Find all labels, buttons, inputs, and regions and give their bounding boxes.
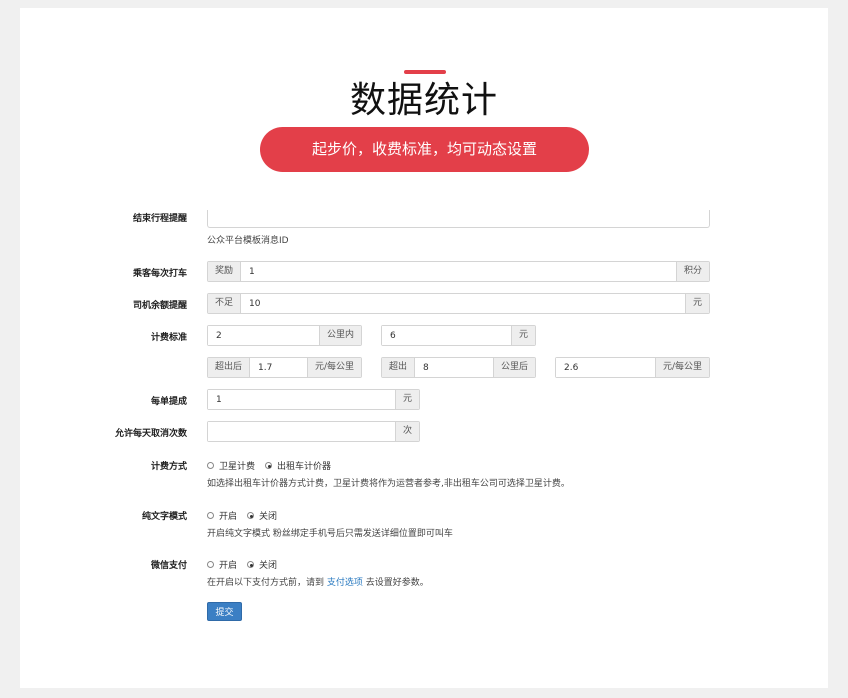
billing-satellite-option[interactable]: 卫星计费 [207,459,255,472]
over1-price-input[interactable] [250,358,307,377]
payment-options-link[interactable]: 支付选项 [327,578,363,588]
over2-km-input[interactable] [415,358,493,377]
per-order-suffix: 元 [394,390,419,409]
over2-price-input[interactable] [556,358,655,377]
per-order-input[interactable] [208,390,395,409]
radio-checked-icon[interactable] [247,561,255,568]
page-title: 数据统计 [349,80,498,121]
wechat-pay-label: 微信支付 [150,561,187,571]
rider-reward-prefix: 奖励 [208,262,242,281]
text-mode-help: 开启纯文字模式 粉丝绑定手机号后只需发送详细位置即可叫车 [207,529,453,539]
base-km-unit: 公里内 [318,326,361,345]
base-price-input[interactable] [382,326,511,345]
rider-reward-input[interactable] [241,262,676,281]
daily-cancel-group: 次 [207,421,420,442]
title-accent-line [404,70,446,74]
text-mode-off-option[interactable]: 关闭 [247,509,277,522]
billing-mode-label: 计费方式 [150,462,187,472]
template-id-help: 公众平台模板消息ID [207,236,289,246]
over2-km-group: 超出 公里后 [381,357,536,378]
billing-mode-help: 如选择出租车计价器方式计费，卫星计费将作为运营者参考,非出租车公司可选择卫星计费… [207,479,570,489]
driver-balance-suffix: 元 [684,294,709,313]
radio-icon[interactable] [207,561,214,568]
over2-price-group: 元/每公里 [555,357,710,378]
over2-km-unit: 公里后 [492,358,535,377]
rider-reward-group: 奖励 积分 [207,261,710,282]
subtitle-banner: 起步价，收费标准，均可动态设置 [260,127,589,172]
base-km-input[interactable] [208,326,319,345]
per-order-label: 每单提成 [150,397,187,407]
radio-icon[interactable] [207,512,214,519]
text-mode-label: 纯文字模式 [141,512,187,522]
over2-price-unit: 元/每公里 [654,358,709,377]
base-price-group: 元 [381,325,536,346]
rider-reward-suffix: 积分 [675,262,709,281]
driver-balance-group: 不足 元 [207,293,710,314]
billing-mode-options: 卫星计费 出租车计价器 [207,459,341,472]
per-order-group: 元 [207,389,420,410]
daily-cancel-input[interactable] [208,422,395,441]
over1-prefix: 超出后 [208,358,251,377]
rider-reward-label: 乘客每次打车 [132,269,187,279]
text-mode-on-option[interactable]: 开启 [207,509,237,522]
wechat-pay-help: 在开启以下支付方式前，请到 支付选项 去设置好参数。 [207,578,429,588]
text-mode-options: 开启 关闭 [207,509,287,522]
radio-icon[interactable] [207,462,214,469]
wechat-pay-options: 开启 关闭 [207,558,287,571]
end-trip-label: 结束行程提醒 [132,214,187,224]
radio-checked-icon[interactable] [247,512,255,519]
radio-checked-icon[interactable] [265,462,273,469]
submit-button[interactable]: 提交 [207,602,242,621]
daily-cancel-label: 允许每天取消次数 [114,429,187,439]
over2-prefix: 超出 [382,358,416,377]
wechat-pay-off-option[interactable]: 关闭 [247,558,277,571]
wechat-pay-on-option[interactable]: 开启 [207,558,237,571]
driver-balance-prefix: 不足 [208,294,242,313]
driver-balance-input[interactable] [241,294,685,313]
base-km-group: 公里内 [207,325,362,346]
template-id-textarea[interactable] [207,210,710,228]
fare-label: 计费标准 [150,333,187,343]
billing-taximeter-option[interactable]: 出租车计价器 [265,459,331,472]
over1-unit: 元/每公里 [306,358,361,377]
driver-balance-label: 司机余额提醒 [132,301,187,311]
daily-cancel-suffix: 次 [394,422,419,441]
base-price-unit: 元 [510,326,535,345]
over1-group: 超出后 元/每公里 [207,357,362,378]
